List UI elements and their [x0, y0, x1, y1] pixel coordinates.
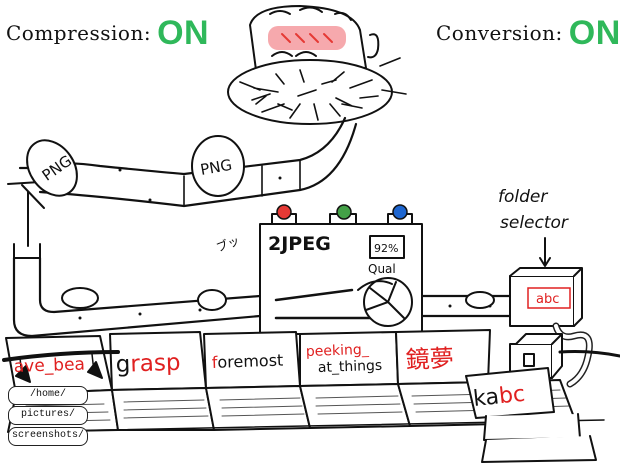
quality-value[interactable]: 92%: [374, 242, 398, 255]
laptop-screen-4b[interactable]: at_things: [318, 358, 383, 376]
laptop-screen-5[interactable]: 鏡夢: [405, 344, 454, 374]
pipeline-illustration: PNG PNG 2JPEG 92% Qual ブッ folder selecto…: [2, 5, 620, 463]
blue-lamp: [392, 204, 408, 220]
folder-item-home[interactable]: /home/: [8, 386, 88, 405]
red-lamp: [276, 204, 292, 220]
bird-in-nest: [227, 5, 407, 125]
laptop-screen-2[interactable]: grasp: [115, 350, 181, 378]
converter-title: 2JPEG: [268, 233, 331, 255]
folder-selector-label-1: folder: [498, 187, 548, 207]
laptop-screen-4a[interactable]: peeking_: [306, 342, 370, 360]
folder-item-pictures[interactable]: pictures/: [8, 406, 88, 425]
machine-noise: ブッ: [214, 233, 242, 255]
folder-selector-display[interactable]: abc: [536, 292, 559, 307]
laptop-screen-3[interactable]: foremost: [211, 351, 283, 372]
folder-item-screenshots[interactable]: screenshots/: [8, 427, 88, 446]
quality-label: Qual: [368, 262, 396, 276]
green-lamp: [336, 204, 352, 220]
folder-selector-label-2: selector: [500, 213, 569, 233]
laptop-screen-1[interactable]: ave_bea: [13, 355, 85, 377]
